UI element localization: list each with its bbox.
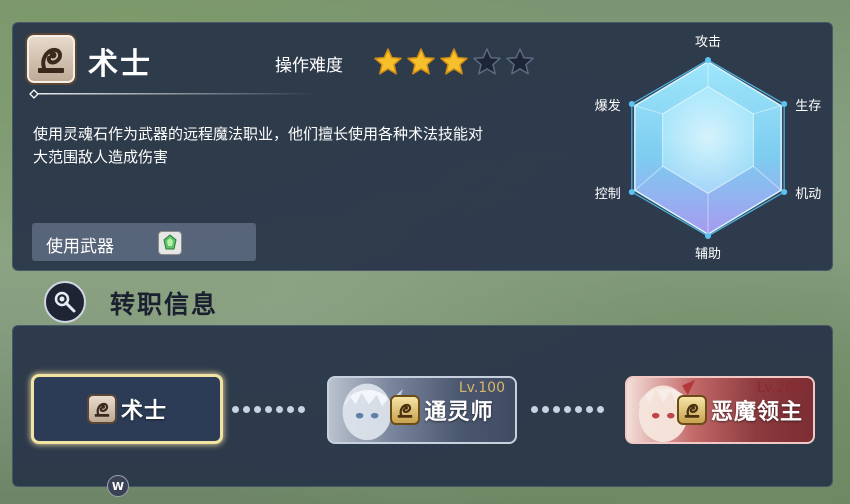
difficulty-stars: [373, 47, 535, 77]
radar-axis-label: 爆发: [595, 98, 621, 114]
connector-dot: [254, 406, 261, 413]
star-empty-icon: [473, 48, 501, 75]
radar-axis-label: 攻击: [695, 35, 721, 50]
connector-dot: [575, 406, 582, 413]
class-info-panel: 术士 操作难度 使用灵魂石作为武器的远程魔法职业，他们擅长使用各种术法技能对大范…: [12, 22, 833, 271]
connector-dot: [287, 406, 294, 413]
connector-dot: [243, 406, 250, 413]
warlock-class-icon: [86, 394, 117, 424]
class-name: 术士: [88, 47, 152, 82]
connector-dot: [276, 406, 283, 413]
star-filled-icon: [374, 48, 402, 75]
job-node-demon-lord[interactable]: Lv.200 恶魔领主: [625, 376, 815, 444]
connector-dot: [232, 406, 239, 413]
necromancer-class-icon: [390, 395, 421, 425]
job-name: 术士: [120, 399, 167, 424]
connector-dot: [553, 406, 560, 413]
radar-vertex: [781, 101, 788, 107]
job-name: 恶魔领主: [710, 400, 803, 425]
warlock-class-icon: [25, 33, 77, 85]
difficulty-label: 操作难度: [275, 56, 343, 76]
radar-axis-label: 生存: [795, 99, 821, 114]
radar-vertex: [628, 101, 635, 107]
job-path-panel: 术士 Lv.100 通灵师 Lv.200 恶魔领主: [12, 325, 833, 487]
job-change-icon: [44, 281, 86, 323]
class-description: 使用灵魂石作为武器的远程魔法职业，他们擅长使用各种术法技能对大范围敌人造成伤害: [33, 125, 484, 166]
star-filled-icon: [440, 48, 468, 75]
connector-dot: [531, 406, 538, 413]
weapon-label: 使用武器: [46, 237, 114, 257]
connector-dot: [298, 406, 305, 413]
star-filled-icon: [407, 48, 435, 75]
path-connector: [232, 406, 305, 413]
job-node-warlock[interactable]: 术士: [31, 374, 223, 444]
title-divider: [29, 89, 317, 99]
demon-lord-class-icon: [676, 395, 707, 425]
corner-badge[interactable]: W: [107, 475, 129, 497]
weapon-bar: 使用武器: [32, 223, 256, 261]
soulstone-weapon-icon[interactable]: [158, 231, 182, 255]
radar-axis-label: 辅助: [695, 247, 721, 262]
radar-axis-label: 控制: [595, 187, 621, 202]
radar-vertex: [705, 57, 711, 63]
radar-vertex: [628, 189, 635, 195]
radar-vertex: [705, 233, 711, 239]
section-title: 转职信息: [110, 290, 219, 319]
job-name: 通灵师: [424, 400, 494, 425]
radar-axis-label: 机动: [795, 187, 821, 202]
connector-dot: [597, 406, 604, 413]
connector-dot: [586, 406, 593, 413]
path-connector: [531, 406, 604, 413]
attribute-radar-chart: 攻击生存机动辅助 控制 爆发: [595, 35, 821, 262]
radar-vertex: [781, 189, 788, 195]
star-empty-icon: [506, 48, 534, 75]
job-node-necromancer[interactable]: Lv.100 通灵师: [327, 376, 517, 444]
connector-dot: [564, 406, 571, 413]
connector-dot: [542, 406, 549, 413]
connector-dot: [265, 406, 272, 413]
